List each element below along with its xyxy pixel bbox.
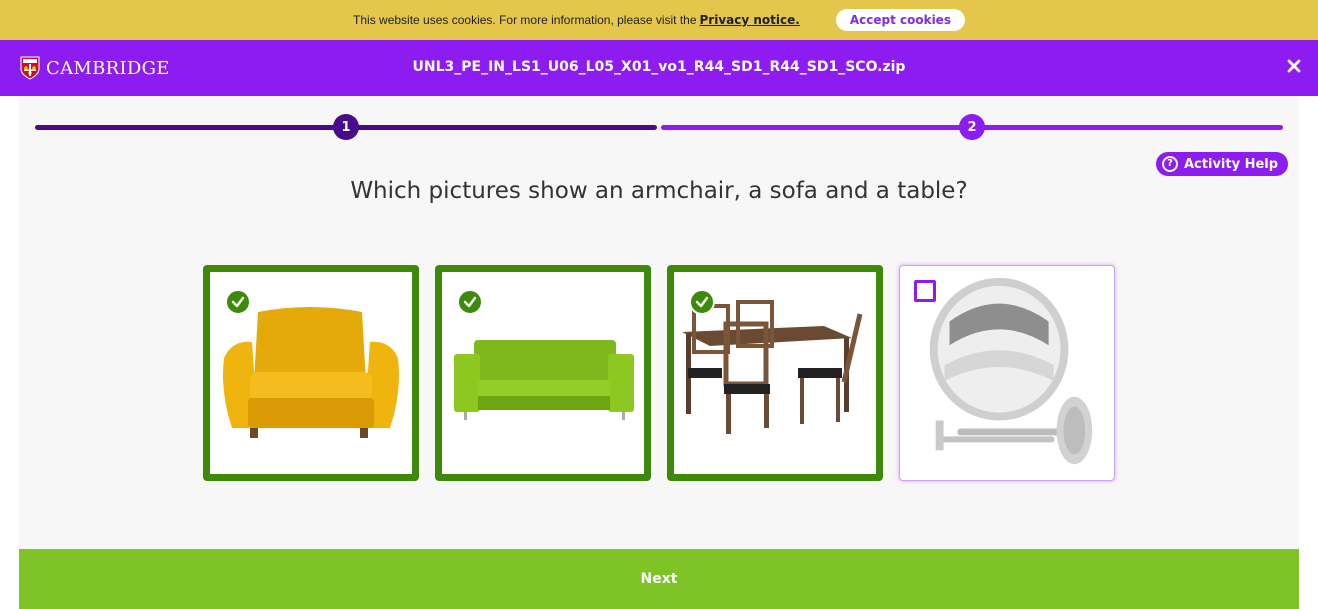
- cookie-banner: This website uses cookies. For more info…: [0, 0, 1318, 40]
- unchecked-checkbox-icon: [914, 280, 936, 302]
- checkmark-icon: [457, 289, 483, 315]
- question-text: Which pictures show an armchair, a sofa …: [350, 178, 968, 204]
- header: CAMBRIDGE UNL3_PE_IN_LS1_U06_L05_X01_vo1…: [0, 40, 1318, 96]
- activity-help-label: Activity Help: [1184, 156, 1279, 172]
- activity-help-button[interactable]: ? Activity Help: [1156, 152, 1289, 176]
- privacy-notice-link[interactable]: Privacy notice.: [700, 13, 800, 27]
- option-sofa[interactable]: [435, 265, 651, 481]
- checkmark-icon: [689, 289, 715, 315]
- option-dining-table[interactable]: [667, 265, 883, 481]
- close-icon[interactable]: [1286, 58, 1302, 76]
- next-button[interactable]: Next: [19, 549, 1299, 609]
- question-circle-icon: ?: [1162, 156, 1178, 172]
- activity-panel: 1 2 ? Activity Help Which pictures show …: [19, 96, 1299, 549]
- cookie-text: This website uses cookies. For more info…: [353, 13, 697, 27]
- step-1-indicator: 1: [333, 114, 359, 140]
- checkmark-icon: [225, 289, 251, 315]
- file-title: UNL3_PE_IN_LS1_U06_L05_X01_vo1_R44_SD1_R…: [412, 59, 906, 75]
- option-armchair[interactable]: [203, 265, 419, 481]
- step-2-indicator: 2: [959, 114, 985, 140]
- option-mirror[interactable]: [899, 265, 1115, 481]
- accept-cookies-button[interactable]: Accept cookies: [835, 9, 965, 31]
- progress-bar: 1 2: [35, 114, 1283, 140]
